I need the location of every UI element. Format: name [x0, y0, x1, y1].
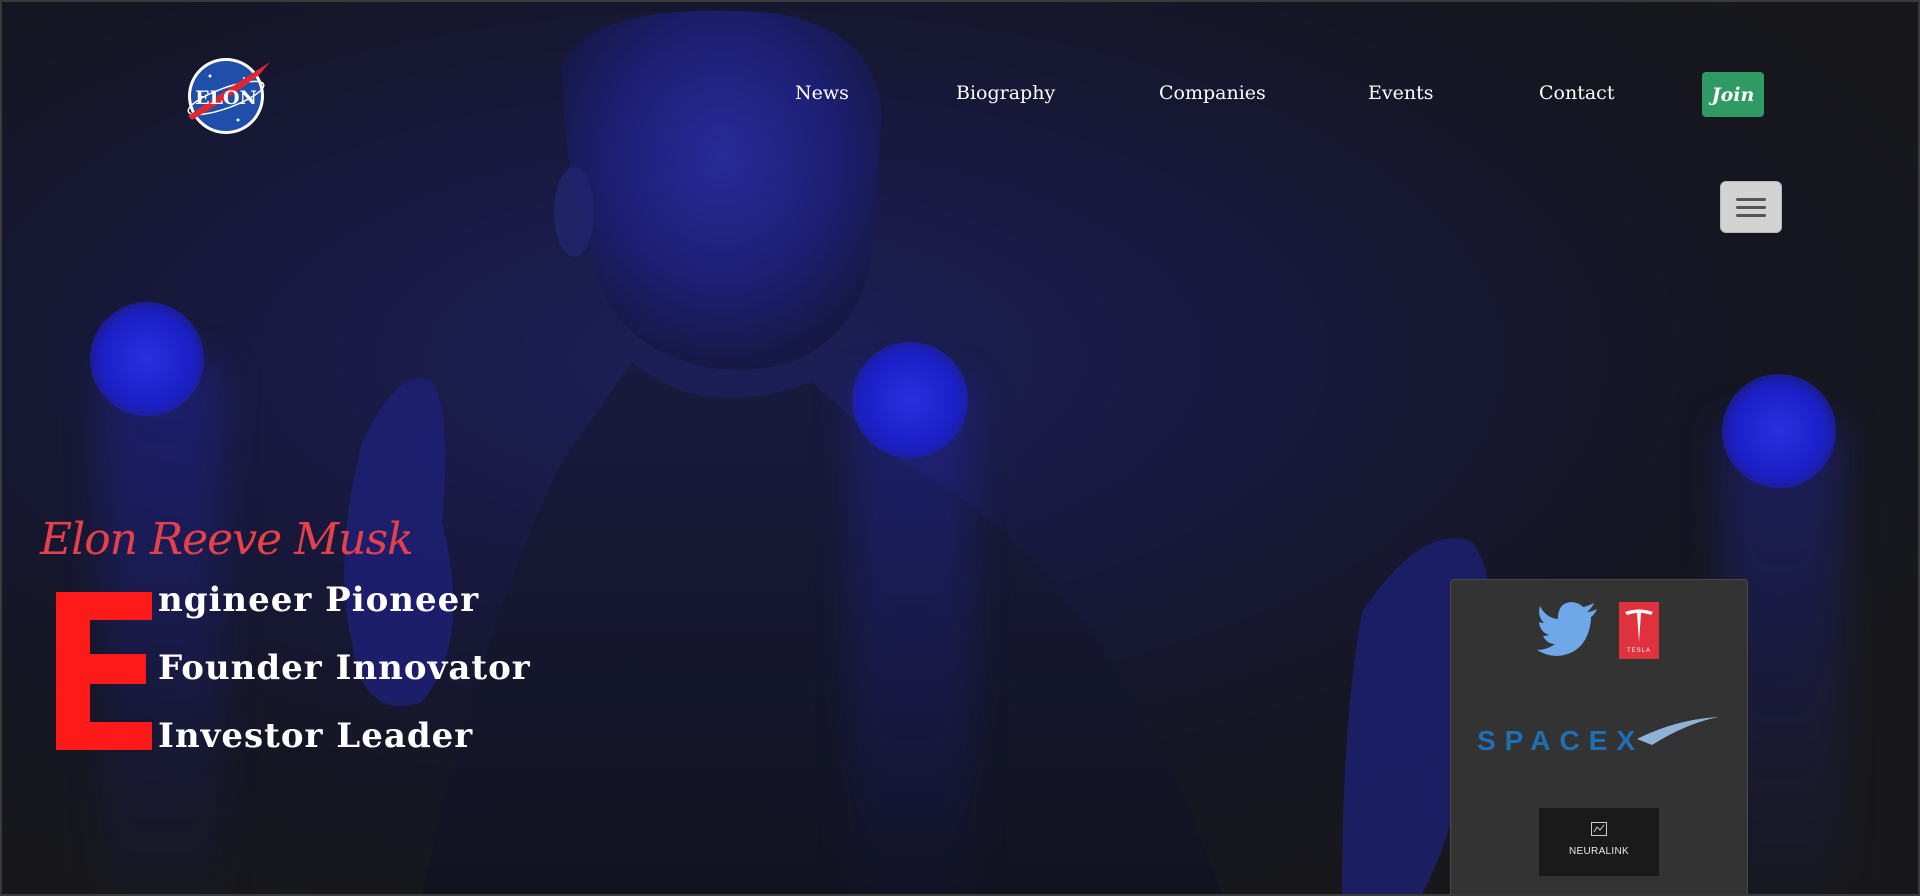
tesla-logo[interactable]: TESLA: [1619, 602, 1659, 659]
neuralink-label: NEURALINK: [1569, 846, 1629, 857]
role-line-3: Investor Leader: [158, 716, 474, 756]
neuralink-icon: [1591, 822, 1607, 836]
nav-companies[interactable]: Companies: [1159, 82, 1266, 104]
svg-text:ELON: ELON: [195, 87, 257, 109]
hero-name: Elon Reeve Musk: [40, 514, 414, 565]
nav-biography[interactable]: Biography: [956, 82, 1055, 104]
spacex-logo[interactable]: SPACEX: [1477, 717, 1719, 753]
neuralink-logo[interactable]: NEURALINK: [1539, 808, 1659, 876]
nav-contact[interactable]: Contact: [1539, 82, 1614, 104]
svg-text:TESLA: TESLA: [1627, 648, 1651, 654]
nav-events[interactable]: Events: [1368, 82, 1433, 104]
light-orb: [852, 342, 968, 458]
hamburger-line: [1736, 213, 1766, 217]
elon-logo[interactable]: ELON: [180, 54, 276, 136]
menu-toggle-button[interactable]: [1720, 181, 1782, 233]
companies-panel: TESLA SPACEX NEURALINK: [1450, 579, 1748, 894]
role-line-1: ngineer Pioneer: [158, 580, 480, 620]
twitter-icon[interactable]: [1537, 602, 1599, 656]
role-line-2: Founder Innovator: [158, 648, 531, 688]
svg-text:SPACEX: SPACEX: [1477, 725, 1644, 753]
big-e-letter: [56, 592, 152, 750]
light-orb: [90, 302, 204, 416]
hamburger-line: [1736, 197, 1766, 201]
page-frame: ELON News Biography Companies Events Con…: [0, 0, 1920, 896]
hamburger-line: [1736, 205, 1766, 209]
light-beam: [852, 382, 972, 894]
join-button[interactable]: Join: [1702, 72, 1764, 117]
light-orb: [1722, 374, 1836, 488]
nav-news[interactable]: News: [795, 82, 849, 104]
